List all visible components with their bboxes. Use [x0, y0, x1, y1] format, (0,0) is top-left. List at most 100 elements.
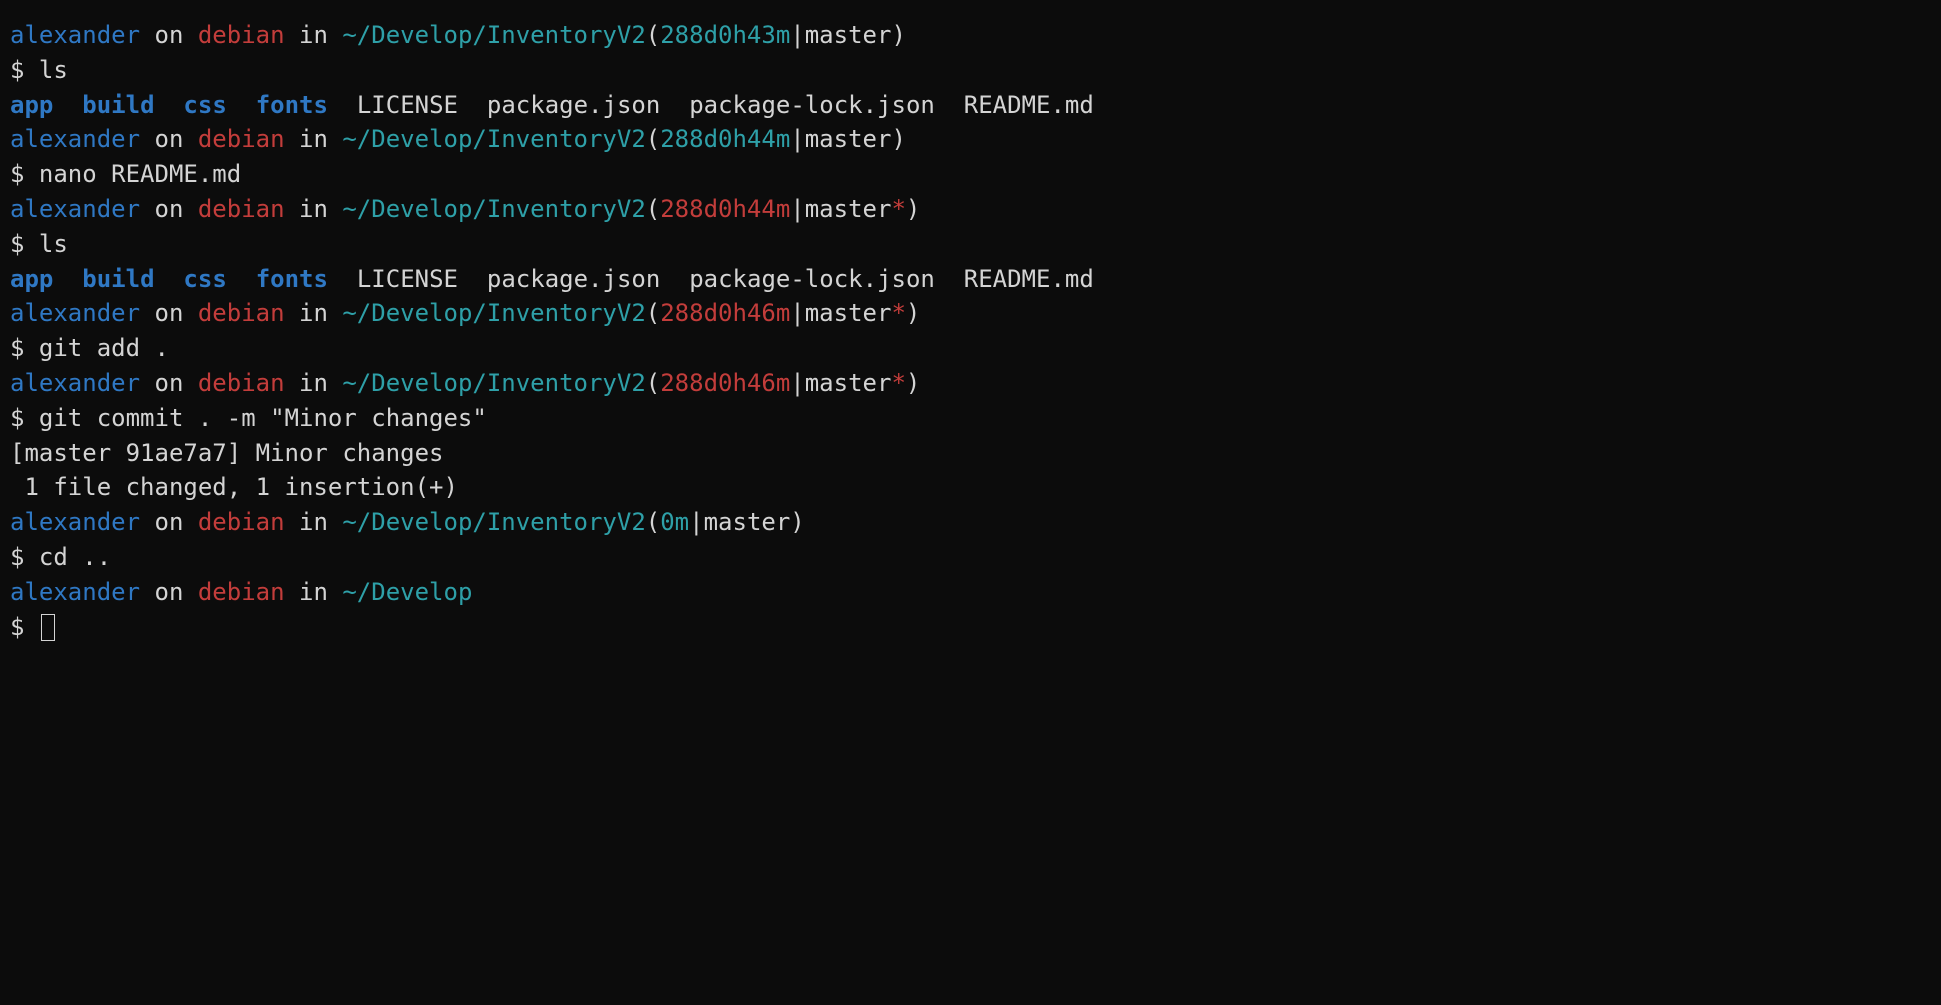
- command-text: ls: [39, 56, 68, 84]
- shell-prompt: alexander on debian in ~/Develop/Invento…: [10, 192, 1931, 227]
- prompt-in: in: [285, 299, 343, 327]
- commit-stats: 1 file changed, 1 insertion(+): [10, 470, 1931, 505]
- prompt-in: in: [285, 578, 343, 606]
- prompt-in: in: [285, 125, 343, 153]
- prompt-branch: master: [805, 125, 892, 153]
- prompt-host: debian: [198, 578, 285, 606]
- shell-prompt: alexander on debian in ~/Develop/Invento…: [10, 122, 1931, 157]
- prompt-user: alexander: [10, 21, 140, 49]
- close-paren: ): [891, 125, 905, 153]
- prompt-user: alexander: [10, 195, 140, 223]
- terminal-viewport[interactable]: alexander on debian in ~/Develop/Invento…: [0, 0, 1941, 1005]
- file-entry: package-lock.json: [689, 91, 935, 119]
- prompt-branch: master: [704, 508, 791, 536]
- prompt-path: ~/Develop: [342, 578, 472, 606]
- prompt-symbol: $: [10, 230, 39, 258]
- prompt-on: on: [140, 21, 198, 49]
- prompt-on: on: [140, 508, 198, 536]
- prompt-time: 288d0h46m: [660, 369, 790, 397]
- command-text: cd ..: [39, 543, 111, 571]
- shell-prompt: alexander on debian in ~/Develop/Invento…: [10, 366, 1931, 401]
- command-line[interactable]: $ git add .: [10, 331, 1931, 366]
- prompt-path: ~/Develop/InventoryV2: [342, 508, 645, 536]
- open-paren: (: [646, 299, 660, 327]
- command-line[interactable]: $ nano README.md: [10, 157, 1931, 192]
- open-paren: (: [646, 195, 660, 223]
- prompt-on: on: [140, 369, 198, 397]
- prompt-on: on: [140, 125, 198, 153]
- command-line[interactable]: $ git commit . -m "Minor changes": [10, 401, 1931, 436]
- close-paren: ): [891, 21, 905, 49]
- prompt-symbol: $: [10, 613, 39, 641]
- dir-entry: app: [10, 265, 53, 293]
- open-paren: (: [646, 508, 660, 536]
- prompt-user: alexander: [10, 299, 140, 327]
- file-entry: LICENSE: [357, 91, 458, 119]
- command-text: git add .: [39, 334, 169, 362]
- prompt-symbol: $: [10, 160, 39, 188]
- prompt-user: alexander: [10, 125, 140, 153]
- open-paren: (: [646, 125, 660, 153]
- close-paren: ): [790, 508, 804, 536]
- prompt-branch: master: [805, 299, 892, 327]
- dir-entry: app: [10, 91, 53, 119]
- prompt-user: alexander: [10, 369, 140, 397]
- prompt-on: on: [140, 195, 198, 223]
- prompt-in: in: [285, 21, 343, 49]
- file-entry: package.json: [487, 265, 660, 293]
- pipe: |: [790, 125, 804, 153]
- command-line[interactable]: $ ls: [10, 53, 1931, 88]
- file-entry: package.json: [487, 91, 660, 119]
- command-line[interactable]: $ cd ..: [10, 540, 1931, 575]
- cursor: [41, 614, 55, 640]
- dirty-star-icon: *: [891, 299, 905, 327]
- dir-entry: fonts: [256, 91, 328, 119]
- ls-output: app build css fonts LICENSE package.json…: [10, 262, 1931, 297]
- command-line[interactable]: $ ls: [10, 227, 1931, 262]
- prompt-symbol: $: [10, 404, 39, 432]
- dir-entry: fonts: [256, 265, 328, 293]
- shell-prompt: alexander on debian in ~/Develop/Invento…: [10, 18, 1931, 53]
- prompt-in: in: [285, 508, 343, 536]
- commit-summary: [master 91ae7a7] Minor changes: [10, 436, 1931, 471]
- file-entry: LICENSE: [357, 265, 458, 293]
- dir-entry: css: [183, 265, 226, 293]
- shell-prompt: alexander on debian in ~/Develop/Invento…: [10, 296, 1931, 331]
- command-line[interactable]: $: [10, 610, 1931, 645]
- shell-prompt: alexander on debian in ~/Develop/Invento…: [10, 505, 1931, 540]
- prompt-in: in: [285, 195, 343, 223]
- shell-prompt: alexander on debian in ~/Develop: [10, 575, 1931, 610]
- prompt-host: debian: [198, 508, 285, 536]
- prompt-on: on: [140, 299, 198, 327]
- prompt-time: 0m: [660, 508, 689, 536]
- prompt-user: alexander: [10, 578, 140, 606]
- prompt-host: debian: [198, 195, 285, 223]
- command-text: nano README.md: [39, 160, 241, 188]
- dir-entry: css: [183, 91, 226, 119]
- command-text: ls: [39, 230, 68, 258]
- dir-entry: build: [82, 265, 154, 293]
- prompt-user: alexander: [10, 508, 140, 536]
- prompt-host: debian: [198, 125, 285, 153]
- prompt-symbol: $: [10, 334, 39, 362]
- prompt-time: 288d0h46m: [660, 299, 790, 327]
- prompt-branch: master: [805, 369, 892, 397]
- prompt-time: 288d0h44m: [660, 125, 790, 153]
- ls-output: app build css fonts LICENSE package.json…: [10, 88, 1931, 123]
- file-entry: package-lock.json: [689, 265, 935, 293]
- prompt-path: ~/Develop/InventoryV2: [342, 299, 645, 327]
- prompt-path: ~/Develop/InventoryV2: [342, 369, 645, 397]
- file-entry: README.md: [964, 265, 1094, 293]
- pipe: |: [790, 195, 804, 223]
- prompt-host: debian: [198, 369, 285, 397]
- dirty-star-icon: *: [891, 369, 905, 397]
- command-text: git commit . -m "Minor changes": [39, 404, 487, 432]
- close-paren: ): [906, 299, 920, 327]
- open-paren: (: [646, 369, 660, 397]
- prompt-symbol: $: [10, 56, 39, 84]
- prompt-branch: master: [805, 21, 892, 49]
- prompt-host: debian: [198, 21, 285, 49]
- close-paren: ): [906, 369, 920, 397]
- pipe: |: [689, 508, 703, 536]
- prompt-symbol: $: [10, 543, 39, 571]
